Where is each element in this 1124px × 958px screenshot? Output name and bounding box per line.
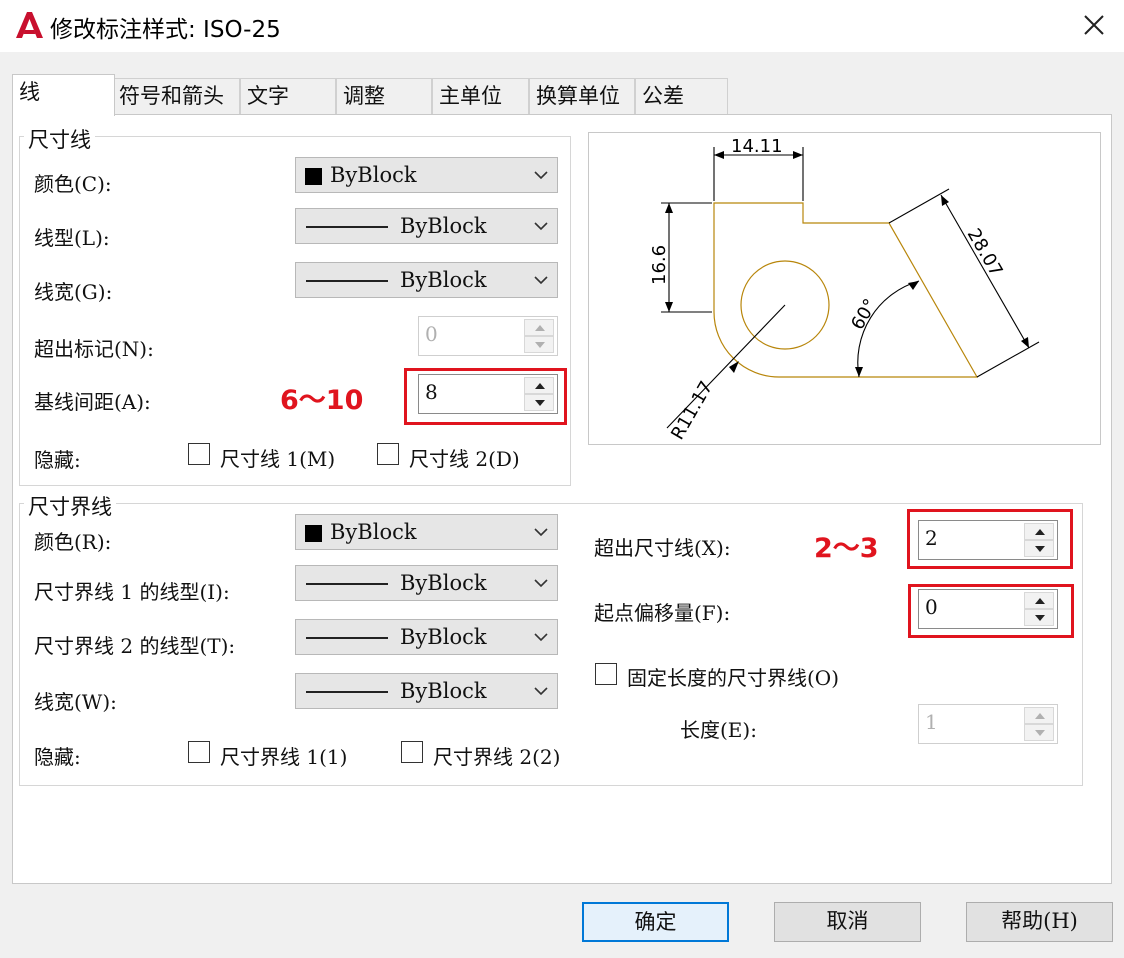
ext-length-label: 长度(E): xyxy=(680,718,757,742)
cancel-button[interactable]: 取消 xyxy=(774,902,921,942)
lineweight-sample xyxy=(306,280,388,282)
suppress-dim1-label[interactable]: 尺寸线 1(M) xyxy=(220,443,335,472)
help-button[interactable]: 帮助(H) xyxy=(966,902,1113,942)
dim-suppress-label: 隐藏: xyxy=(34,448,81,472)
chevron-down-icon xyxy=(534,528,548,537)
dim-linetype-select[interactable]: ByBlock xyxy=(295,208,558,244)
spin-down-button[interactable] xyxy=(524,394,554,411)
color-swatch xyxy=(305,525,322,542)
ext-lt1-select[interactable]: ByBlock xyxy=(295,565,558,601)
window-title: 修改标注样式: ISO-25 xyxy=(50,17,281,43)
dim-color-label: 颜色(C): xyxy=(34,172,112,196)
suppress-ext2-checkbox[interactable] xyxy=(401,741,423,763)
close-icon[interactable] xyxy=(1072,8,1116,44)
dim-text-angle: 60° xyxy=(847,295,881,333)
spin-up-button[interactable] xyxy=(524,319,554,336)
suppress-dim2-checkbox[interactable] xyxy=(377,443,399,465)
ext-length-spinner[interactable]: 1 xyxy=(918,704,1058,744)
ext-suppress-label: 隐藏: xyxy=(34,745,81,769)
group-dimension-lines-legend: 尺寸线 xyxy=(24,124,95,154)
baseline-annotation: 6～10 xyxy=(280,385,364,416)
suppress-ext1-label[interactable]: 尺寸界线 1(1) xyxy=(220,741,347,770)
chevron-down-icon xyxy=(534,276,548,285)
dim-extend-spinner[interactable]: 0 xyxy=(418,316,558,356)
fixed-length-checkbox[interactable] xyxy=(595,663,617,685)
lineweight-sample xyxy=(306,691,388,693)
spin-up-button[interactable] xyxy=(1024,523,1054,540)
chevron-down-icon xyxy=(534,222,548,231)
tab-fit[interactable]: 调整 xyxy=(336,78,432,114)
ext-offset-label: 起点偏移量(F): xyxy=(594,601,731,625)
ok-button[interactable]: 确定 xyxy=(582,902,729,942)
suppress-dim2-label[interactable]: 尺寸线 2(D) xyxy=(409,443,520,472)
ext-lt2-select[interactable]: ByBlock xyxy=(295,619,558,655)
tab-primary-units[interactable]: 主单位 xyxy=(432,78,529,114)
spin-up-button[interactable] xyxy=(1024,592,1054,609)
ext-beyond-label: 超出尺寸线(X): xyxy=(594,536,731,560)
chevron-down-icon xyxy=(534,171,548,180)
ext-lineweight-label: 线宽(W): xyxy=(34,690,117,714)
spin-down-button[interactable] xyxy=(1024,609,1054,626)
linetype-sample xyxy=(306,637,388,639)
dim-color-select[interactable]: ByBlock xyxy=(295,157,558,193)
spin-down-button[interactable] xyxy=(1024,724,1054,741)
dim-baseline-label: 基线间距(A): xyxy=(34,390,151,414)
ext-beyond-spinner[interactable]: 2 xyxy=(918,520,1058,560)
autocad-a-icon xyxy=(16,12,43,38)
suppress-ext2-label[interactable]: 尺寸界线 2(2) xyxy=(433,741,560,770)
fixed-length-label[interactable]: 固定长度的尺寸界线(O) xyxy=(627,662,839,691)
spin-up-button[interactable] xyxy=(1024,707,1054,724)
dim-baseline-spinner[interactable]: 8 xyxy=(418,374,558,414)
dim-lineweight-select[interactable]: ByBlock xyxy=(295,262,558,298)
ext-color-label: 颜色(R): xyxy=(34,530,112,554)
spin-down-button[interactable] xyxy=(1024,540,1054,557)
spin-down-button[interactable] xyxy=(524,336,554,353)
ext-offset-spinner[interactable]: 0 xyxy=(918,589,1058,629)
tab-text[interactable]: 文字 xyxy=(240,78,336,114)
dim-text-radius: R11.17 xyxy=(667,378,717,444)
spin-up-button[interactable] xyxy=(524,377,554,394)
chevron-down-icon xyxy=(534,579,548,588)
dim-linetype-label: 线型(L): xyxy=(34,226,110,250)
dimension-preview-drawing: 14.11 16.6 28.07 60° R11.17 xyxy=(649,136,1040,444)
preview-panel: 14.11 16.6 28.07 60° R11.17 xyxy=(588,132,1101,445)
tab-lines[interactable]: 线 xyxy=(12,74,115,116)
suppress-dim1-checkbox[interactable] xyxy=(188,443,210,465)
linetype-sample xyxy=(306,226,388,228)
chevron-down-icon xyxy=(534,633,548,642)
beyond-annotation: 2～3 xyxy=(814,533,879,564)
chevron-down-icon xyxy=(534,687,548,696)
dim-text-slant: 28.07 xyxy=(963,225,1007,280)
dim-text-left: 16.6 xyxy=(649,245,670,285)
tab-symbols-arrows[interactable]: 符号和箭头 xyxy=(112,78,240,114)
color-swatch xyxy=(305,168,322,185)
ext-lt1-label: 尺寸界线 1 的线型(I): xyxy=(34,580,230,604)
ext-lt2-label: 尺寸界线 2 的线型(T): xyxy=(34,634,236,658)
group-extension-lines-legend: 尺寸界线 xyxy=(24,491,116,521)
ext-color-select[interactable]: ByBlock xyxy=(295,514,558,550)
tab-tolerances[interactable]: 公差 xyxy=(635,78,728,114)
dim-lineweight-label: 线宽(G): xyxy=(34,280,113,304)
dim-text-top: 14.11 xyxy=(731,136,783,157)
ext-lineweight-select[interactable]: ByBlock xyxy=(295,673,558,709)
tab-alternate-units[interactable]: 换算单位 xyxy=(529,78,635,114)
linetype-sample xyxy=(306,583,388,585)
dim-extend-label: 超出标记(N): xyxy=(34,337,154,361)
suppress-ext1-checkbox[interactable] xyxy=(188,741,210,763)
